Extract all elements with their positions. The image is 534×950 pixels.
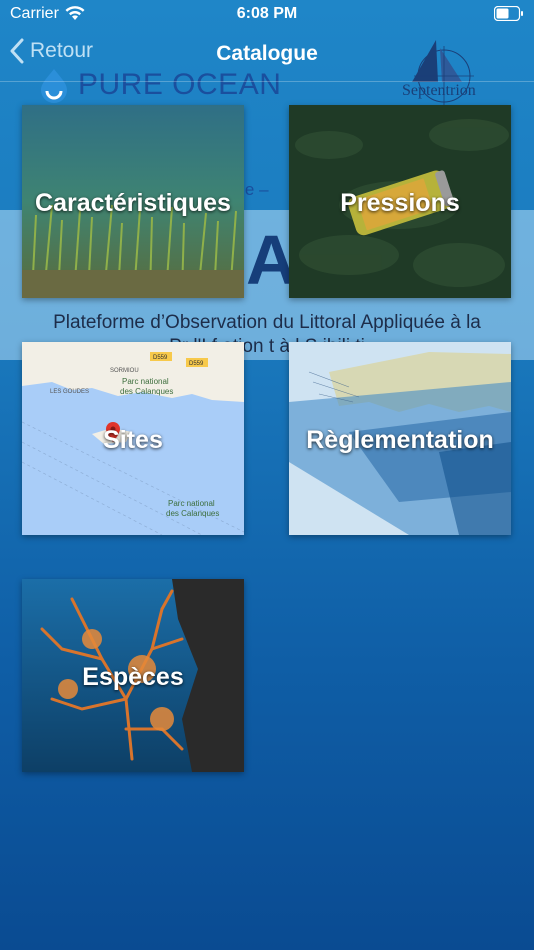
tile-reglementation-label: Règlementation — [306, 426, 494, 454]
battery-icon — [494, 6, 523, 21]
tile-sites[interactable]: D559 D559 SORMIOU Parc national des Cala… — [22, 342, 244, 535]
map-label-park-2: Parc national — [168, 499, 215, 508]
tile-caracteristiques[interactable]: Caractéristiques — [22, 105, 244, 298]
map-label-d559-a: D559 — [153, 355, 168, 361]
banner-subtitle: Plateforme d’Observation du Littoral App… — [53, 312, 481, 333]
map-label-park-2b: des Calanques — [166, 509, 219, 518]
tile-sites-label: Sites — [103, 426, 163, 454]
status-time: 6:08 PM — [236, 5, 298, 22]
tile-caracteristiques-label: Caractéristiques — [35, 189, 231, 217]
tile-especes[interactable]: Espèces — [22, 579, 244, 772]
tile-especes-label: Espèces — [82, 663, 184, 691]
map-label-park-1b: des Calanques — [120, 387, 173, 396]
map-label-park-1: Parc national — [122, 377, 169, 386]
tile-pressions-label: Pressions — [340, 189, 460, 217]
tile-reglementation[interactable]: Règlementation — [289, 342, 511, 535]
map-label-les-goudes: LES GOUDES — [50, 389, 89, 395]
map-label-sormiou: SORMIOU — [110, 368, 139, 374]
tile-pressions[interactable]: Pressions — [289, 105, 511, 298]
navigation-bar: Retour Catalogue — [0, 30, 534, 82]
map-label-d559-b: D559 — [189, 361, 204, 367]
status-bar: Carrier 6:08 PM — [0, 0, 534, 30]
septentrion-logo-text: Septentrion — [402, 82, 476, 99]
page-title: Catalogue — [216, 42, 318, 65]
